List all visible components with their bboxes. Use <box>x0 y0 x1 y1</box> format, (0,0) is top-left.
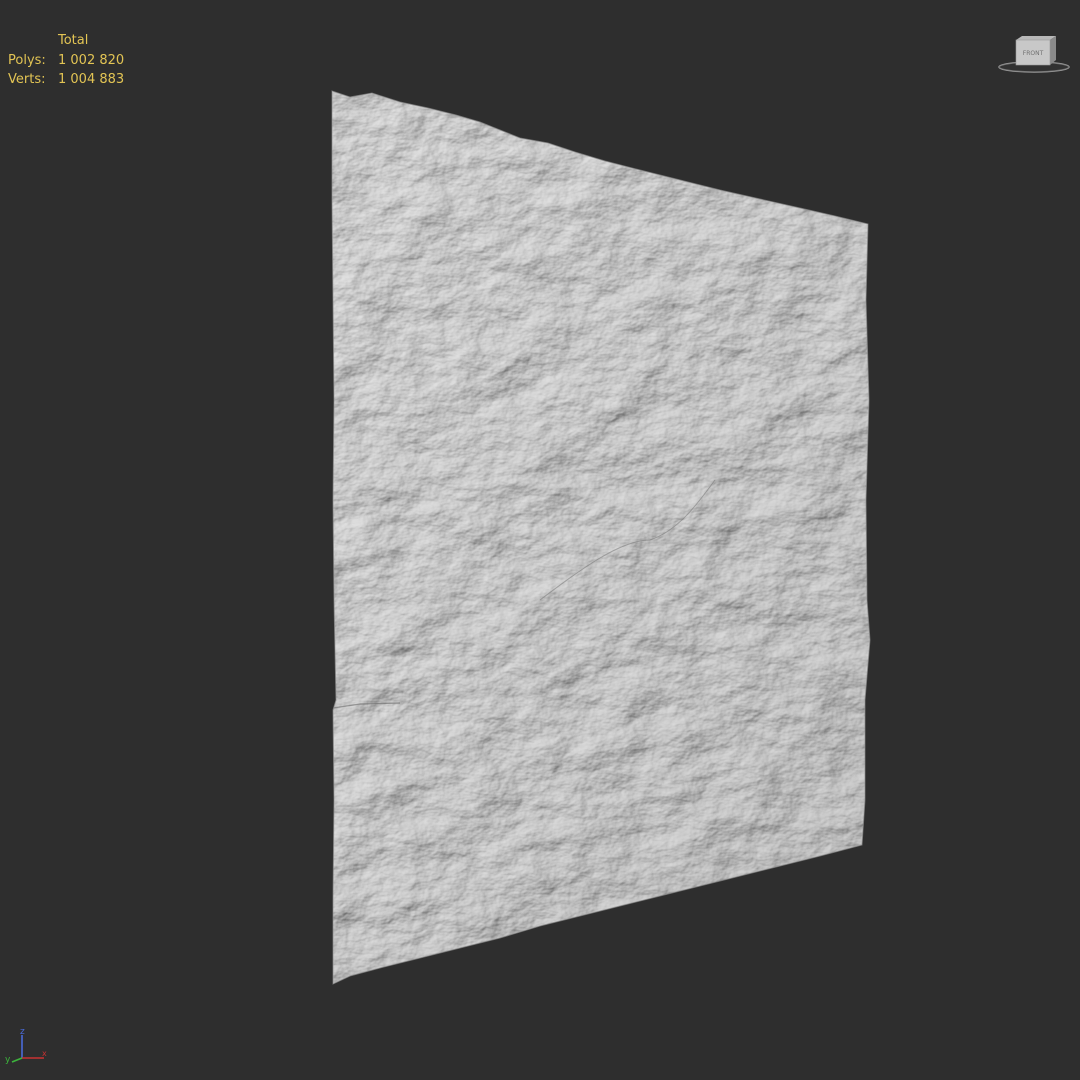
stats-header: Total <box>58 33 89 48</box>
axis-z-label: z <box>20 1027 25 1037</box>
verts-value: 1 004 883 <box>58 72 125 87</box>
axis-y-label: y <box>5 1055 11 1065</box>
viewcube-face-label[interactable]: FRONT <box>1023 50 1044 57</box>
axis-x-label: x <box>42 1049 47 1058</box>
verts-label: Verts: <box>8 72 46 87</box>
statistics-overlay: Total Polys: 1 002 820 Verts: 1 004 883 <box>8 31 124 90</box>
polys-label: Polys: <box>8 52 46 68</box>
polys-value: 1 002 820 <box>58 52 125 68</box>
viewport[interactable]: Total Polys: 1 002 820 Verts: 1 004 883 … <box>0 0 1080 1080</box>
axis-tripod-icon: z x y <box>5 1027 47 1065</box>
viewcube-icon[interactable]: FRONT <box>996 34 1072 74</box>
terrain-mesh[interactable] <box>0 0 1080 1080</box>
